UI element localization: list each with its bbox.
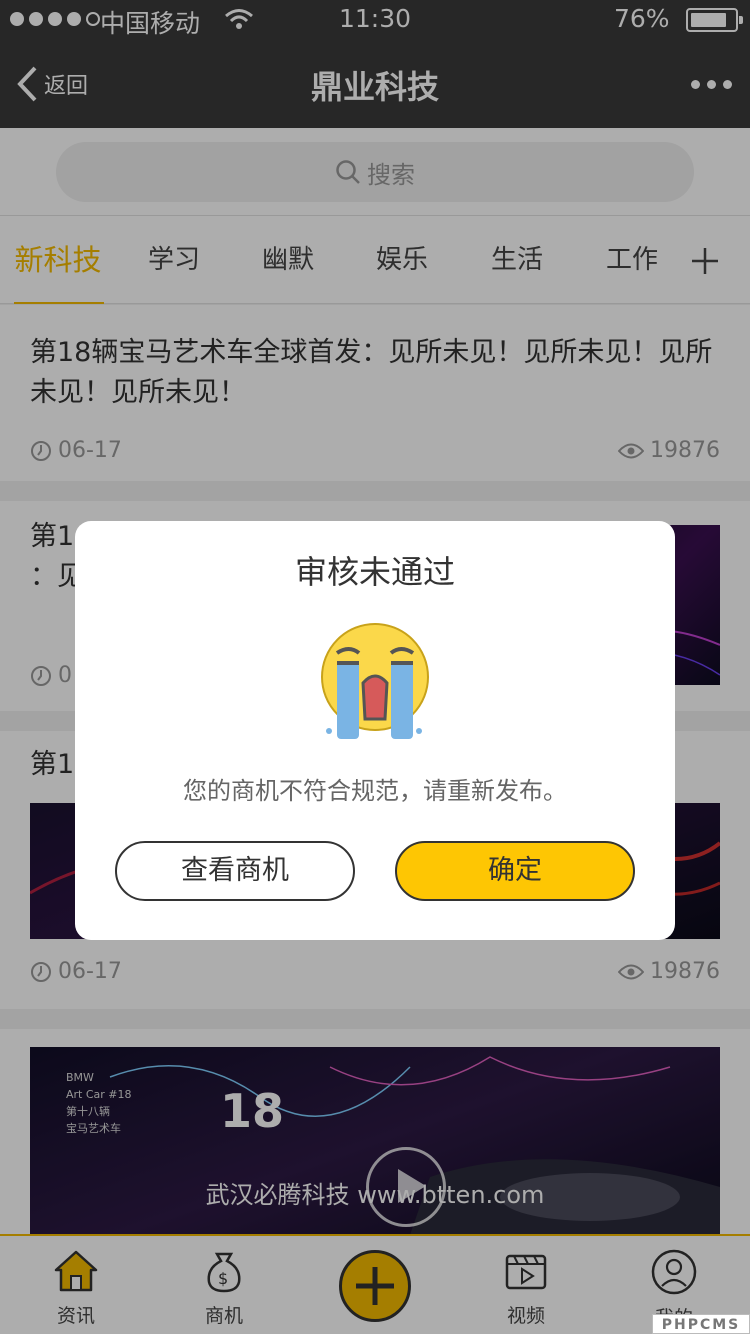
phpcms-watermark: PHPCMS bbox=[652, 1314, 750, 1334]
dialog-title: 审核未通过 bbox=[294, 553, 455, 591]
crying-face-icon bbox=[321, 623, 429, 739]
confirm-button[interactable]: 确定 bbox=[395, 841, 635, 901]
view-business-button[interactable]: 查看商机 bbox=[115, 841, 355, 901]
review-failed-dialog: 审核未通过 您的商机不符合规范，请重新发布。 查看商机 确定 bbox=[75, 521, 675, 940]
dialog-message: 您的商机不符合规范，请重新发布。 bbox=[183, 777, 567, 805]
